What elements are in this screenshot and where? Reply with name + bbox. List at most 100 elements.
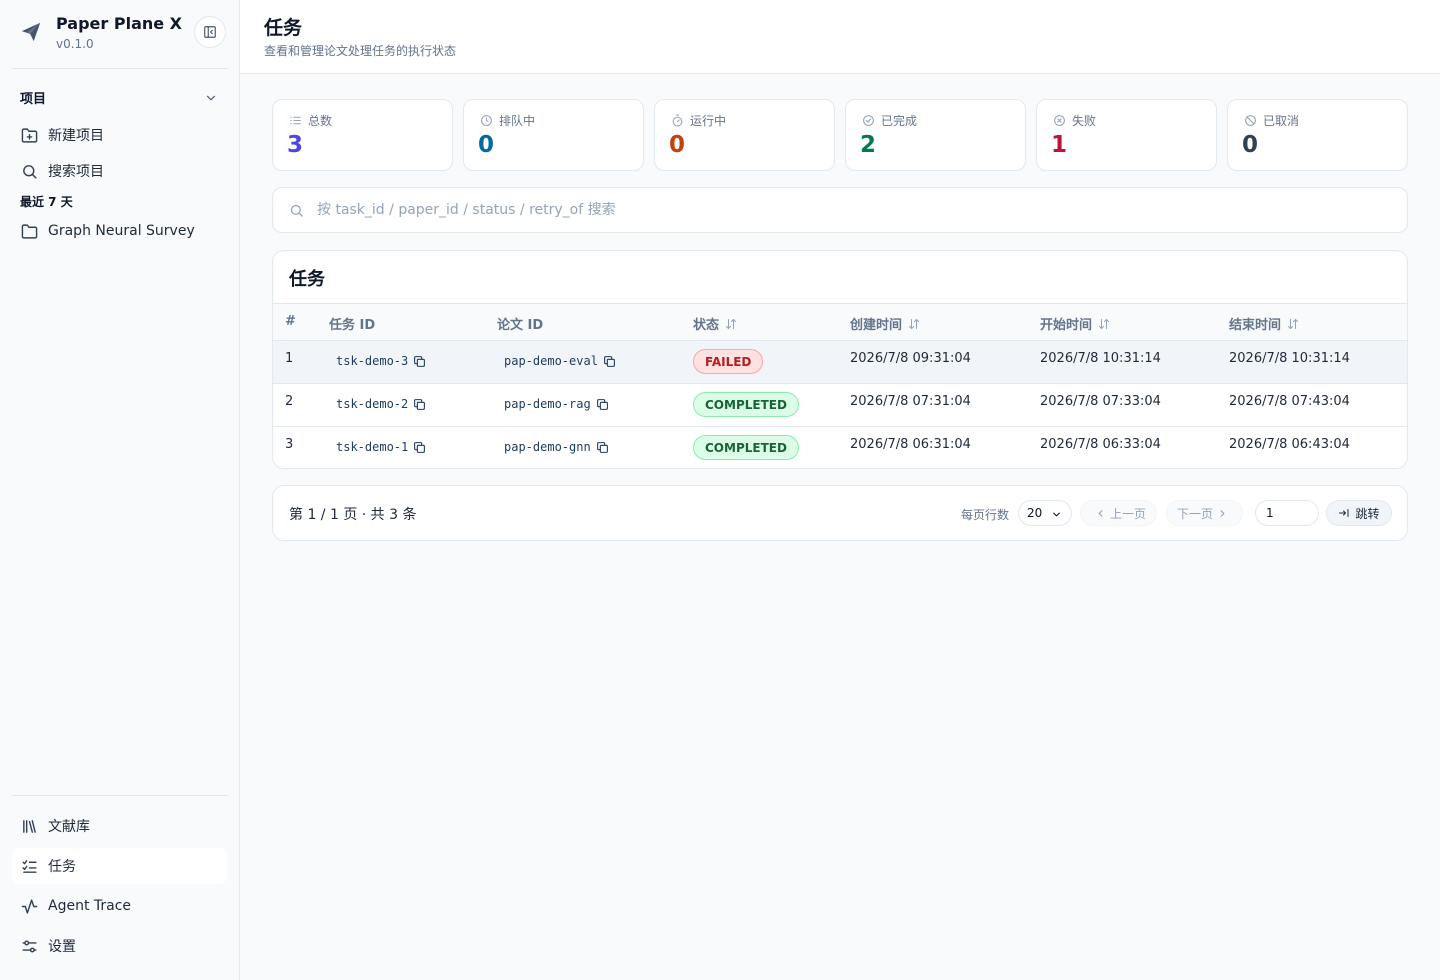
table-row[interactable]: 3 tsk-demo-1 pap-demo-gnn COMPLETED 2026… [273,427,1407,468]
status-badge: FAILED [693,349,764,374]
stat-value: 0 [669,132,686,158]
created-time: 2026/7/8 09:31:04 [850,351,971,366]
table-row[interactable]: 1 tsk-demo-3 pap-demo-eval FAILED 2026/7… [273,341,1407,384]
sidebar-divider-bottom [12,795,228,796]
started-time: 2026/7/8 10:31:14 [1040,351,1161,366]
column-header-task-id: 任务 ID [329,318,376,333]
folder-plus-icon [20,126,38,144]
row-index: 3 [285,437,294,452]
column-header-index: # [285,314,296,329]
sidebar-item-settings[interactable]: 设置 [12,928,227,964]
stat-card-cancelled: 已取消 0 [1227,99,1408,171]
page-number-input[interactable] [1255,500,1319,526]
copy-icon[interactable] [603,355,616,368]
check-circle-icon [862,114,876,128]
stat-label: 失败 [1072,114,1097,128]
jump-button[interactable]: 跳转 [1326,500,1392,526]
paper-plane-logo-icon [21,22,41,42]
prev-page-button[interactable]: 上一页 [1080,500,1158,526]
rows-per-page-value: 20 [1027,506,1043,520]
list-icon [289,114,303,128]
sidebar-item-label: 文献库 [48,819,90,835]
task-id-cell: tsk-demo-1 [336,440,426,454]
pagination-info: 第 1 / 1 页 · 共 3 条 [289,507,417,523]
sidebar-item-label: 设置 [48,939,76,955]
copy-icon[interactable] [596,441,609,454]
ended-time: 2026/7/8 10:31:14 [1229,351,1350,366]
task-list-icon [20,857,38,875]
task-search-box [272,187,1408,233]
collapse-sidebar-button[interactable] [194,16,226,48]
new-project-label: 新建项目 [48,128,104,144]
chevron-down-icon [1053,512,1060,517]
sort-arrows-icon [1098,318,1110,330]
stat-card-failed: 失败 1 [1036,99,1217,171]
stat-value: 1 [1051,132,1068,158]
sort-arrows-icon [725,318,737,330]
page-subtitle: 查看和管理论文处理任务的执行状态 [264,44,457,58]
sort-arrows-icon [908,318,920,330]
task-id: tsk-demo-3 [336,354,409,368]
stat-value: 0 [478,132,495,158]
sidebar-item-label: Agent Trace [48,898,132,914]
column-header-status[interactable]: 状态 [693,314,737,333]
stat-value: 0 [1242,132,1259,158]
ban-icon [1244,114,1258,128]
stat-label: 总数 [308,114,333,128]
copy-icon[interactable] [413,355,426,368]
ended-time: 2026/7/8 07:43:04 [1229,394,1350,409]
started-time: 2026/7/8 07:33:04 [1040,394,1161,409]
sidebar-item-label: 任务 [48,859,76,875]
projects-section-label: 项目 [20,92,47,107]
sort-arrows-icon [1287,318,1299,330]
timer-icon [671,114,685,128]
paper-id: pap-demo-rag [504,397,591,411]
tasks-table-card: 任务 # 任务 ID 论文 ID 状态 创建时间 开始时间 结束时间 1 tsk… [272,250,1408,469]
chevron-left-icon [1095,508,1106,519]
x-circle-icon [1053,114,1067,128]
projects-section-toggle[interactable]: 项目 [20,88,220,108]
clock-icon [480,114,494,128]
library-icon [20,817,38,835]
column-header-started[interactable]: 开始时间 [1040,314,1110,333]
sidebar: Paper Plane X v0.1.0 项目 新建项目 搜索项目 最近 7 天… [0,0,240,980]
column-header-ended[interactable]: 结束时间 [1229,314,1299,333]
column-header-created[interactable]: 创建时间 [850,314,920,333]
pagination-bar: 第 1 / 1 页 · 共 3 条 每页行数 20 上一页 下一页 跳转 [272,485,1408,541]
search-project-button[interactable]: 搜索项目 [12,153,227,189]
panel-left-close-icon [204,26,216,38]
created-time: 2026/7/8 06:31:04 [850,437,971,452]
task-search-input[interactable] [317,196,1377,224]
stat-card-completed: 已完成 2 [845,99,1026,171]
stat-value: 3 [287,132,304,158]
stat-label: 已完成 [881,114,918,128]
recent-project-item[interactable]: Graph Neural Survey [12,213,227,249]
table-header: # 任务 ID 论文 ID 状态 创建时间 开始时间 结束时间 [273,303,1407,341]
stat-label: 已取消 [1263,114,1300,128]
table-title: 任务 [289,269,325,290]
stat-value: 2 [860,132,877,158]
sidebar-item-tasks[interactable]: 任务 [12,848,227,884]
copy-icon[interactable] [413,398,426,411]
stat-card-queued: 排队中 0 [463,99,644,171]
sidebar-item-library[interactable]: 文献库 [12,808,227,844]
recent-project-label: Graph Neural Survey [48,223,195,239]
search-icon [20,162,38,180]
sidebar-divider [12,68,228,69]
app-name: Paper Plane X [56,14,183,33]
rows-per-page-select[interactable]: 20 [1018,500,1072,526]
copy-icon[interactable] [413,441,426,454]
arrow-right-to-line-icon [1338,507,1350,519]
paper-id-cell: pap-demo-gnn [504,440,609,454]
copy-icon[interactable] [596,398,609,411]
row-index: 2 [285,394,294,409]
ended-time: 2026/7/8 06:43:04 [1229,437,1350,452]
next-page-button[interactable]: 下一页 [1166,500,1244,526]
page-header: 任务 查看和管理论文处理任务的执行状态 [240,0,1440,74]
sidebar-item-agent-trace[interactable]: Agent Trace [12,888,227,924]
chevron-right-icon [1217,508,1228,519]
table-row[interactable]: 2 tsk-demo-2 pap-demo-rag COMPLETED 2026… [273,384,1407,427]
status-badge: COMPLETED [693,435,799,460]
started-time: 2026/7/8 06:33:04 [1040,437,1161,452]
new-project-button[interactable]: 新建项目 [12,117,227,153]
